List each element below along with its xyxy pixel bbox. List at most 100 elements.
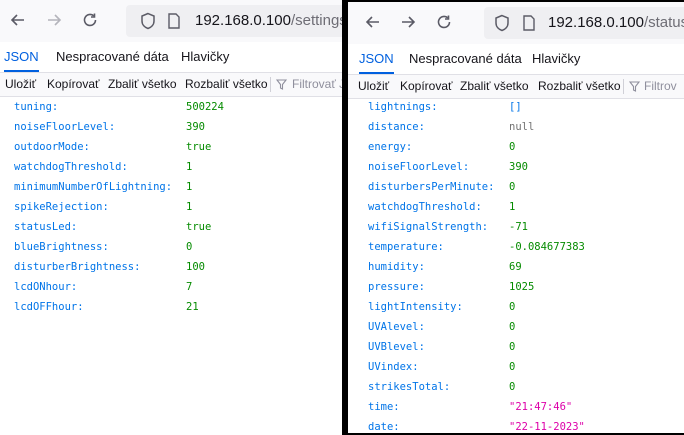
save-button[interactable]: Uložiť: [5, 73, 36, 96]
json-row[interactable]: distance: null: [348, 117, 684, 137]
copy-button[interactable]: Kopírovať: [400, 75, 453, 98]
json-row[interactable]: disturberBrightness: 100: [0, 257, 342, 277]
json-row[interactable]: spikeRejection: 1: [0, 197, 342, 217]
back-arrow-icon[interactable]: [6, 8, 30, 32]
tab-json[interactable]: JSON: [4, 42, 39, 72]
json-value: 100: [186, 261, 205, 273]
json-row[interactable]: minimumNumberOfLightning: 1: [0, 177, 342, 197]
json-value: "22-11-2023": [509, 421, 585, 433]
json-value: 0: [509, 301, 516, 313]
tab-headers[interactable]: Hlavičky: [181, 42, 229, 72]
json-row[interactable]: statusLed: true: [0, 217, 342, 237]
json-value: 390: [186, 121, 205, 133]
url-bar[interactable]: 192.168.0.100/settings: [126, 5, 342, 37]
filter-icon: [627, 75, 641, 98]
json-key: time:: [368, 401, 400, 413]
filter-json-input[interactable]: Filtrov: [644, 75, 677, 98]
json-value: true: [186, 141, 212, 153]
json-key: UVindex:: [368, 361, 419, 373]
json-key: minimumNumberOfLightning:: [14, 181, 173, 193]
json-key: outdoorMode:: [14, 141, 90, 153]
json-key: watchdogThreshold:: [368, 201, 482, 213]
page-icon[interactable]: [162, 9, 186, 33]
json-value: "21:47:46": [509, 401, 573, 413]
tab-raw-data[interactable]: Nespracované dáta: [409, 44, 522, 74]
forward-arrow-icon[interactable]: [396, 10, 420, 34]
expand-all-button[interactable]: Rozbaliť všetko: [185, 73, 268, 96]
json-row[interactable]: date: "22-11-2023": [348, 417, 684, 433]
json-key: temperature:: [368, 241, 444, 253]
json-key: strikesTotal:: [368, 381, 451, 393]
json-value: 500224: [186, 101, 224, 113]
json-key: wifiSignalStrength:: [368, 221, 489, 233]
json-value: 1: [186, 201, 193, 213]
json-key: statusLed:: [14, 221, 78, 233]
url-text[interactable]: 192.168.0.100/status: [548, 7, 684, 39]
json-key: pressure:: [368, 281, 425, 293]
reload-icon[interactable]: [432, 10, 456, 34]
url-bar[interactable]: 192.168.0.100/status: [484, 7, 684, 39]
json-row[interactable]: temperature: -0.084677383: [348, 237, 684, 257]
json-row[interactable]: disturbersPerMinute: 0: [348, 177, 684, 197]
json-key: tuning:: [14, 101, 59, 113]
json-row[interactable]: UVAlevel: 0: [348, 317, 684, 337]
json-key: distance:: [368, 121, 425, 133]
filter-json-input[interactable]: Filtrovať JS: [292, 73, 342, 96]
json-row[interactable]: lcdOFFhour: 21: [0, 297, 342, 317]
reload-icon[interactable]: [78, 8, 102, 32]
back-arrow-icon[interactable]: [361, 10, 385, 34]
shield-icon[interactable]: [136, 9, 160, 33]
forward-arrow-icon[interactable]: [42, 8, 66, 32]
json-value: 7: [186, 281, 193, 293]
page-icon[interactable]: [517, 11, 541, 35]
expand-all-button[interactable]: Rozbaliť všetko: [538, 75, 621, 98]
tab-raw-data[interactable]: Nespracované dáta: [56, 42, 169, 72]
json-value: true: [186, 221, 212, 233]
json-row[interactable]: pressure: 1025: [348, 277, 684, 297]
json-row[interactable]: wifiSignalStrength: -71: [348, 217, 684, 237]
json-row[interactable]: lightIntensity: 0: [348, 297, 684, 317]
json-row[interactable]: tuning: 500224: [0, 97, 342, 117]
json-value: 1: [186, 161, 193, 173]
collapse-all-button[interactable]: Zbaliť všetko: [108, 73, 177, 96]
json-value: 0: [509, 181, 516, 193]
json-row[interactable]: watchdogThreshold: 1: [0, 157, 342, 177]
tab-json[interactable]: JSON: [359, 44, 394, 74]
json-key: noiseFloorLevel:: [14, 121, 116, 133]
json-value: -71: [509, 221, 528, 233]
collapse-all-button[interactable]: Zbaliť všetko: [460, 75, 529, 98]
json-row[interactable]: energy: 0: [348, 137, 684, 157]
copy-button[interactable]: Kopírovať: [47, 73, 100, 96]
json-row[interactable]: noiseFloorLevel: 390: [348, 157, 684, 177]
json-row[interactable]: humidity: 69: [348, 257, 684, 277]
url-host: 192.168.0.100: [548, 14, 644, 31]
json-row[interactable]: noiseFloorLevel: 390: [0, 117, 342, 137]
json-row[interactable]: time: "21:47:46": [348, 397, 684, 417]
json-row[interactable]: UVBlevel: 0: [348, 337, 684, 357]
json-row[interactable]: watchdogThreshold: 1: [348, 197, 684, 217]
json-value: 69: [509, 261, 522, 273]
json-row[interactable]: UVindex: 0: [348, 357, 684, 377]
json-value: 0: [509, 321, 516, 333]
json-value: 390: [509, 161, 528, 173]
save-button[interactable]: Uložiť: [358, 75, 389, 98]
json-row[interactable]: lcdONhour: 7: [0, 277, 342, 297]
json-row[interactable]: strikesTotal: 0: [348, 377, 684, 397]
json-key: disturberBrightness:: [14, 261, 141, 273]
json-row[interactable]: lightnings: []: [348, 97, 684, 117]
json-row[interactable]: blueBrightness: 0: [0, 237, 342, 257]
browser-toolbar: 192.168.0.100/settings: [0, 0, 342, 42]
url-path: /status: [643, 14, 684, 31]
json-key: blueBrightness:: [14, 241, 109, 253]
json-key: lightnings:: [368, 101, 438, 113]
json-value: 0: [186, 241, 193, 253]
json-action-bar: Uložiť Kopírovať Zbaliť všetko Rozbaliť …: [0, 73, 342, 97]
json-key: UVBlevel:: [368, 341, 425, 353]
shield-icon[interactable]: [490, 11, 514, 35]
json-key: noiseFloorLevel:: [368, 161, 470, 173]
json-row[interactable]: outdoorMode: true: [0, 137, 342, 157]
json-value: 1: [186, 181, 193, 193]
url-text[interactable]: 192.168.0.100/settings: [195, 5, 342, 37]
tab-headers[interactable]: Hlavičky: [532, 44, 580, 74]
json-value: 0: [509, 381, 516, 393]
